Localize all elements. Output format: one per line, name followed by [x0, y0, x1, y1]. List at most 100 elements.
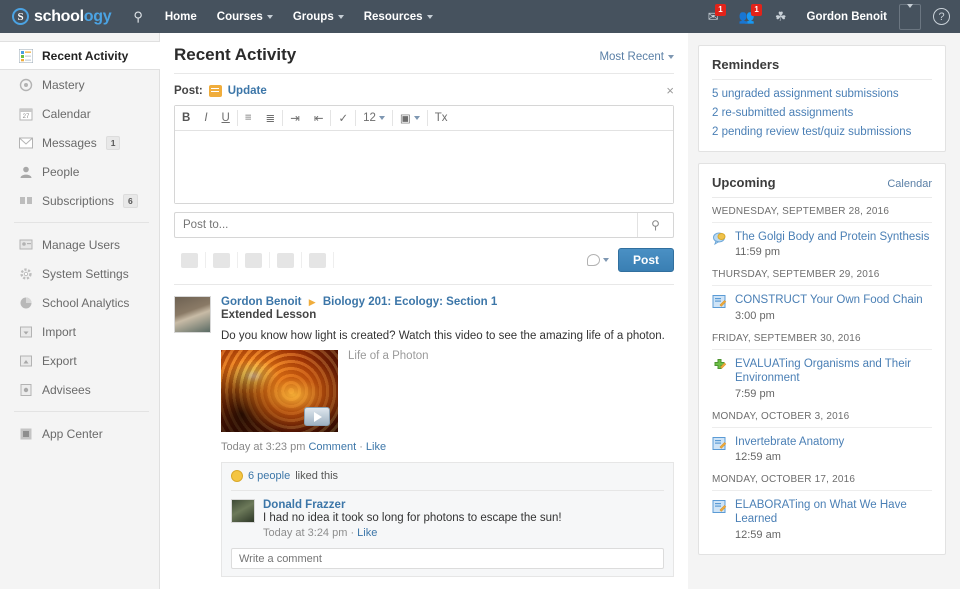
comment-text: I had no idea it took so long for photon…: [263, 512, 562, 524]
post-meta: Today at 3:23 pm Comment · Like: [221, 441, 674, 453]
sidebar-item-school-analytics[interactable]: School Analytics: [0, 288, 159, 317]
composer-tab-update[interactable]: Update: [228, 85, 267, 97]
upcoming-event-name[interactable]: ELABORATing on What We Have Learned: [735, 498, 932, 527]
indent-button[interactable]: ⇥: [283, 106, 307, 130]
schoology-logo[interactable]: S schoology: [12, 8, 111, 26]
search-icon[interactable]: ⚲: [637, 213, 673, 237]
upcoming-title: Upcoming: [712, 175, 776, 190]
messages-icon[interactable]: ✉1: [700, 10, 727, 23]
italic-button[interactable]: I: [197, 106, 214, 130]
post-author-link[interactable]: Gordon Benoit: [221, 296, 302, 308]
post-button[interactable]: Post: [618, 248, 674, 272]
sidebar-item-label: System Settings: [42, 267, 129, 281]
action-divider: [301, 252, 302, 268]
avatar[interactable]: [231, 499, 255, 523]
play-icon[interactable]: [304, 407, 330, 426]
comment-author[interactable]: Donald Frazzer: [263, 499, 562, 511]
reminder-item[interactable]: 5 ungraded assignment submissions: [712, 88, 932, 100]
upcoming-event[interactable]: EVALUATing Organisms and Their Environme…: [712, 357, 932, 400]
sidebar-item-label: Calendar: [42, 107, 91, 121]
sidebar-item-manage-users[interactable]: Manage Users: [0, 230, 159, 259]
upcoming-event-body: CONSTRUCT Your Own Food Chain 3:00 pm: [735, 293, 923, 321]
reminder-item[interactable]: 2 re-submitted assignments: [712, 107, 932, 119]
notifications-bell-icon[interactable]: ☘: [767, 10, 795, 23]
chevron-down-icon: [427, 15, 433, 19]
like-link[interactable]: Like: [366, 441, 386, 453]
numbered-list-button[interactable]: ≣: [259, 106, 283, 130]
close-icon[interactable]: ×: [666, 83, 674, 98]
sidebar-item-label: Subscriptions: [42, 194, 114, 208]
quote-icon: [18, 193, 33, 208]
sidebar-item-subscriptions[interactable]: Subscriptions 6: [0, 186, 159, 215]
upcoming-event[interactable]: ELABORATing on What We Have Learned 12:5…: [712, 498, 932, 541]
page-title: Recent Activity: [174, 45, 296, 65]
top-navigation-bar: S schoology ⚲ Home Courses Groups Resour…: [0, 0, 960, 33]
main-content: Recent Activity Most Recent Post: Update…: [160, 33, 688, 589]
sidebar-item-mastery[interactable]: Mastery: [0, 70, 159, 99]
sort-dropdown[interactable]: Most Recent: [599, 51, 674, 63]
likes-count-link[interactable]: 6 people: [248, 470, 290, 482]
comment-like-link[interactable]: Like: [357, 527, 377, 539]
insert-media-button[interactable]: ▣: [393, 106, 427, 130]
user-menu-button[interactable]: [899, 4, 921, 30]
attach-poll-icon[interactable]: [309, 253, 326, 268]
calendar-link[interactable]: Calendar: [887, 178, 932, 190]
upcoming-event[interactable]: Invertebrate Anatomy 12:59 am: [712, 435, 932, 463]
bold-button[interactable]: B: [175, 106, 197, 130]
comment-link[interactable]: Comment: [308, 441, 356, 453]
video-thumbnail[interactable]: [221, 350, 338, 432]
sidebar-item-system-settings[interactable]: System Settings: [0, 259, 159, 288]
upcoming-event-time: 11:59 pm: [735, 246, 929, 258]
attach-audio-icon[interactable]: [277, 253, 294, 268]
connections-icon[interactable]: 👥1: [731, 10, 763, 23]
header-right-tools: ✉1 👥1 ☘ Gordon Benoit ?: [700, 4, 950, 30]
upcoming-event-name[interactable]: EVALUATing Organisms and Their Environme…: [735, 357, 932, 386]
upcoming-date: MONDAY, OCTOBER 17, 2016: [712, 474, 932, 491]
user-name-label[interactable]: Gordon Benoit: [799, 11, 896, 23]
upcoming-event[interactable]: The Golgi Body and Protein Synthesis 11:…: [712, 230, 932, 258]
sidebar-item-label: Import: [42, 325, 76, 339]
sort-label: Most Recent: [599, 51, 664, 63]
upcoming-event[interactable]: CONSTRUCT Your Own Food Chain 3:00 pm: [712, 293, 932, 321]
clear-formatting-button[interactable]: Tx: [428, 106, 455, 130]
nav-item-home[interactable]: Home: [155, 3, 207, 31]
upcoming-event-time: 3:00 pm: [735, 310, 923, 322]
editor-text-area[interactable]: [175, 131, 673, 203]
sidebar-item-calendar[interactable]: 27 Calendar: [0, 99, 159, 128]
reminder-item[interactable]: 2 pending review test/quiz submissions: [712, 126, 932, 138]
help-icon[interactable]: ?: [933, 8, 950, 25]
nav-item-courses[interactable]: Courses: [207, 3, 283, 31]
sidebar-item-messages[interactable]: Messages 1: [0, 128, 159, 157]
post-to-input[interactable]: [175, 219, 637, 231]
avatar[interactable]: [174, 296, 211, 333]
sidebar-item-advisees[interactable]: Advisees: [0, 375, 159, 404]
font-size-select[interactable]: 12: [356, 106, 392, 130]
sidebar-item-label: Manage Users: [42, 238, 120, 252]
upcoming-header: Upcoming Calendar: [712, 175, 932, 198]
chevron-down-icon: [267, 15, 273, 19]
bullet-list-button[interactable]: ≡: [238, 106, 259, 130]
sidebar-item-export[interactable]: Export: [0, 346, 159, 375]
attach-link-icon[interactable]: [213, 253, 230, 268]
upcoming-event-name[interactable]: Invertebrate Anatomy: [735, 435, 844, 449]
spellcheck-button[interactable]: ✓: [331, 106, 355, 130]
nav-item-groups[interactable]: Groups: [283, 3, 354, 31]
reminders-card: Reminders 5 ungraded assignment submissi…: [698, 45, 946, 152]
post-to-field: ⚲: [174, 212, 674, 238]
search-icon[interactable]: ⚲: [129, 9, 155, 25]
nav-item-resources[interactable]: Resources: [354, 3, 443, 31]
attach-resource-icon[interactable]: [245, 253, 262, 268]
comment-input[interactable]: [232, 550, 663, 569]
outdent-button[interactable]: ⇤: [307, 106, 331, 130]
upcoming-event-name[interactable]: The Golgi Body and Protein Synthesis: [735, 230, 929, 244]
attach-file-icon[interactable]: [181, 253, 198, 268]
upcoming-event-name[interactable]: CONSTRUCT Your Own Food Chain: [735, 293, 923, 307]
underline-button[interactable]: U: [215, 106, 237, 130]
audience-selector[interactable]: [587, 254, 609, 266]
sidebar-item-recent-activity[interactable]: Recent Activity: [0, 41, 160, 70]
upcoming-date: MONDAY, OCTOBER 3, 2016: [712, 411, 932, 428]
post-course-link[interactable]: Biology 201: Ecology: Section 1: [323, 296, 497, 308]
sidebar-item-import[interactable]: Import: [0, 317, 159, 346]
sidebar-item-people[interactable]: People: [0, 157, 159, 186]
sidebar-item-app-center[interactable]: App Center: [0, 419, 159, 448]
